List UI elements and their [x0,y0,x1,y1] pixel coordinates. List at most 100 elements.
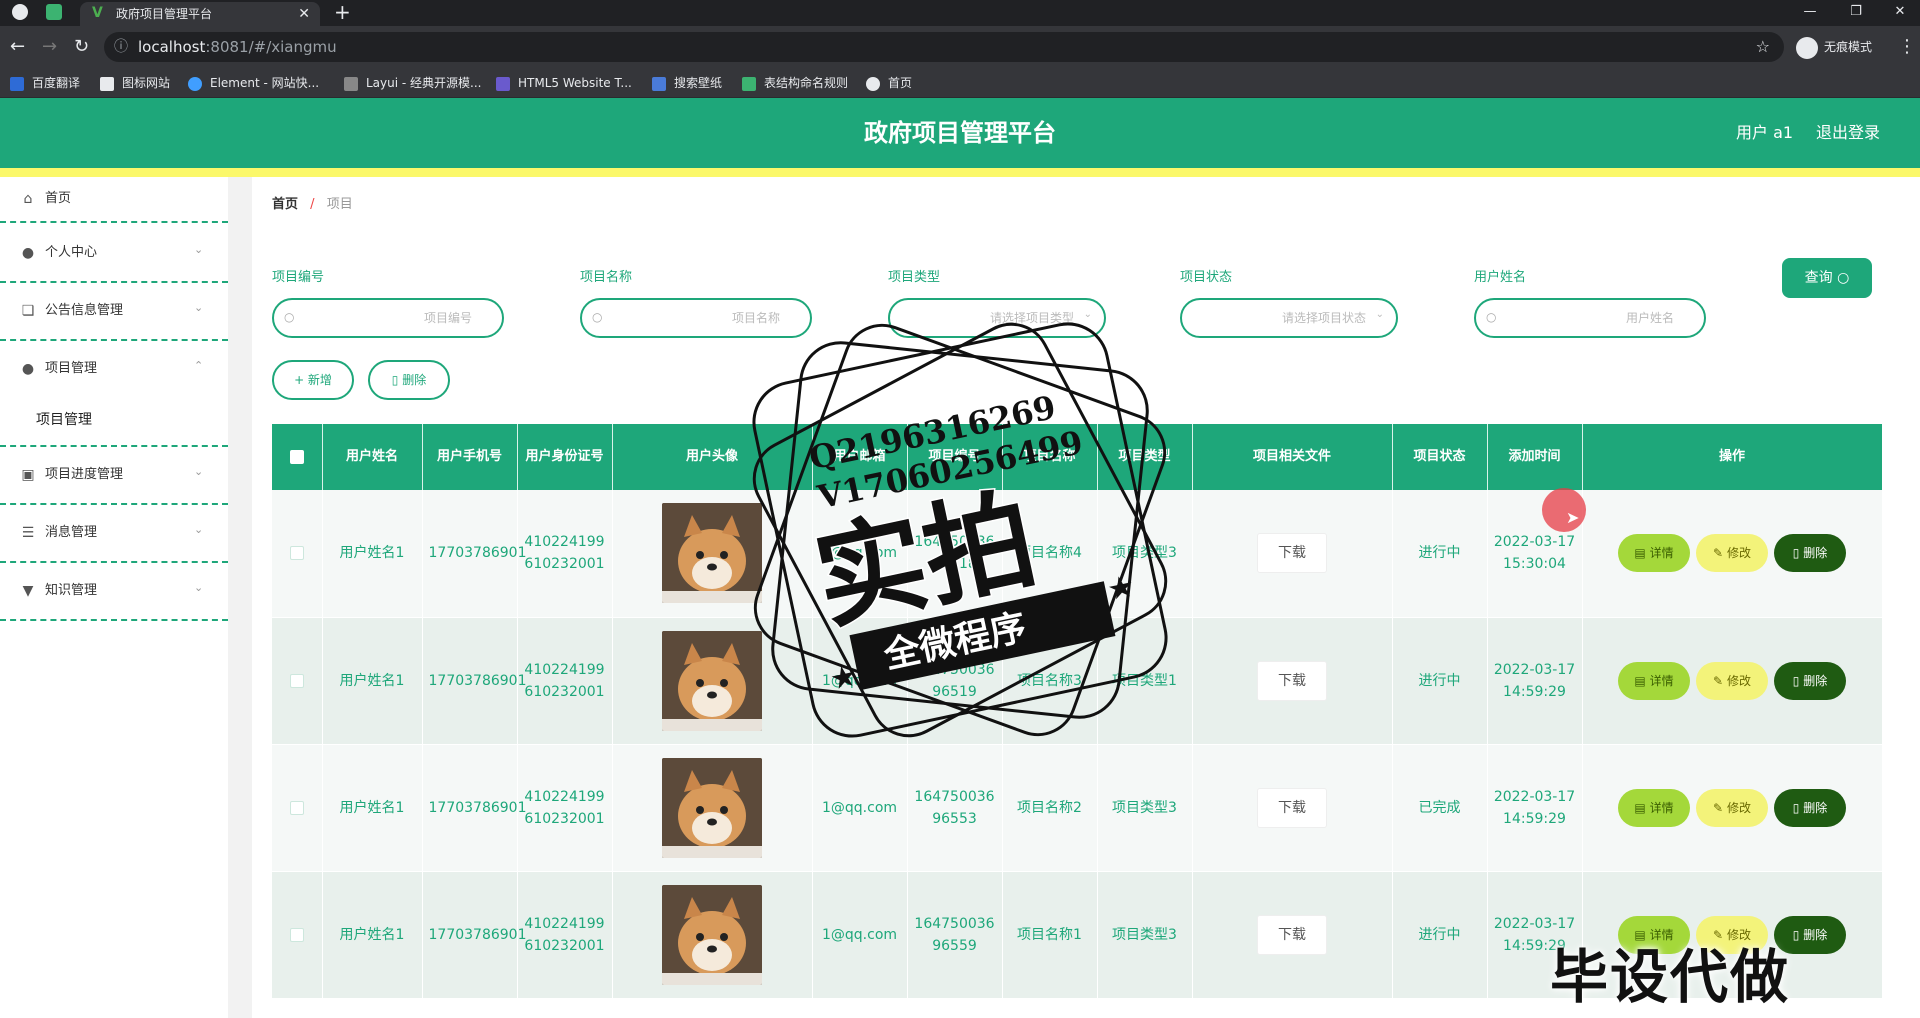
column-header: 项目编号 [907,424,1003,490]
close-window-icon[interactable]: ✕ [1880,0,1920,24]
sidebar-subitem-project[interactable]: 项目管理 [36,395,216,445]
chevron-down-icon: ⌄ [194,243,204,256]
incognito-indicator[interactable]: 无痕模式 [1796,34,1872,60]
chevron-down-icon: ⌄ [194,581,204,594]
forward-icon[interactable]: → [42,36,57,58]
row-checkbox[interactable] [289,546,304,561]
table-row: 用户姓名1 17703786901 410224199610232001 1@qq.c… [272,744,1882,871]
row-select-cell[interactable] [272,490,323,617]
select-all-cell[interactable] [272,424,323,490]
avatar[interactable] [662,630,762,731]
minimize-icon[interactable]: — [1790,0,1830,24]
tab-title: 政府项目管理平台 [116,7,213,21]
filter-label-status: 项目状态 [1180,270,1233,285]
column-header: 用户手机号 [422,424,518,490]
globe-icon [866,76,880,91]
bookmark-item[interactable]: Element - 网站快... [188,74,319,92]
filter-status-select[interactable]: 请选择项目状态 ⌄ [1180,298,1398,338]
trash-icon: ▯ [1792,673,1800,688]
cell-project-name: 项目名称4 [1002,490,1098,617]
bookmark-item[interactable]: 搜索壁纸 [652,74,722,92]
bookmark-item[interactable]: 表结构命名规则 [742,74,848,92]
avatar[interactable] [662,757,762,858]
row-checkbox[interactable] [289,927,304,942]
row-select-cell[interactable] [272,617,323,744]
cell-email: 1@qq.com [812,744,908,871]
browser-tab-active[interactable]: V 政府项目管理平台 ✕ [80,2,320,26]
bookmark-item[interactable]: 首页 [866,74,912,92]
site-info-icon[interactable]: ⓘ [114,32,128,62]
restore-icon[interactable]: ❐ [1836,0,1876,24]
row-delete-button[interactable]: ▯ 删除 [1774,534,1846,573]
new-tab-icon[interactable]: + [334,0,351,24]
row-checkbox[interactable] [289,800,304,815]
breadcrumb: 首页 / 项目 [252,186,353,224]
current-user[interactable]: 用户 a1 [1736,98,1793,168]
avatar[interactable] [662,884,762,985]
sidebar-item-project[interactable]: ● 项目管理 ⌃ [0,341,228,399]
row-delete-button[interactable]: ▯ 删除 [1774,788,1846,827]
bookmark-item[interactable]: 百度翻译 [10,74,80,92]
query-button[interactable]: 查询 ○ [1782,258,1872,298]
reload-icon[interactable]: ↻ [74,36,89,58]
column-header: 用户邮箱 [812,424,908,490]
sidebar-item-knowledge[interactable]: ▼ 知识管理 ⌄ [0,563,228,621]
user-icon: ● [21,361,35,377]
row-select-cell[interactable] [272,871,323,998]
edit-button[interactable]: ✎ 修改 [1696,788,1768,827]
sidebar-item-personal[interactable]: ● 个人中心 ⌄ [0,225,228,283]
download-button[interactable]: 下载 [1257,533,1327,574]
tab-close-icon[interactable]: ✕ [298,2,310,26]
select-all-checkbox[interactable] [289,449,304,464]
detail-button[interactable]: ▤ 详情 [1618,788,1690,827]
back-icon[interactable]: ← [10,36,25,58]
sidebar-item-notice[interactable]: ❏ 公告信息管理 ⌄ [0,283,228,341]
breadcrumb-home[interactable]: 首页 [272,197,298,212]
detail-button[interactable]: ▤ 详情 [1618,534,1690,573]
add-button[interactable]: + 新增 [272,360,354,400]
row-delete-button[interactable]: ▯ 删除 [1774,661,1846,700]
sidebar-item-message[interactable]: ☰ 消息管理 ⌄ [0,505,228,563]
cell-status: 进行中 [1392,617,1488,744]
url-field[interactable]: ⓘ localhost:8081/#/xiangmu ☆ [104,32,1784,62]
row-select-cell[interactable] [272,744,323,871]
delete-selected-button[interactable]: ▯ 删除 [368,360,450,400]
url-host: localhost [138,38,206,56]
filter-username-input[interactable]: ○ 用户姓名 [1474,298,1706,338]
edit-button[interactable]: ✎ 修改 [1696,661,1768,700]
cell-project-code: 16475003691818 [907,490,1003,617]
cell-phone: 17703786901 [422,871,526,998]
translate-icon [10,76,24,91]
detail-button[interactable]: ▤ 详情 [1618,661,1690,700]
cell-username: 用户姓名1 [322,744,423,871]
cell-idcard: 410224199610232001 [517,490,613,617]
cell-time: 2022-03-17 14:59:29 [1487,617,1583,744]
cell-phone: 17703786901 [422,617,526,744]
avatar[interactable] [662,503,762,604]
bookmark-item[interactable]: Layui - 经典开源模... [344,74,481,92]
bookmark-item[interactable]: HTML5 Website T... [496,74,632,92]
browser-menu-icon[interactable]: ⋮ [1898,36,1916,57]
download-button[interactable]: 下载 [1257,660,1327,701]
download-button[interactable]: 下载 [1257,787,1327,828]
filter-type-select[interactable]: 请选择项目类型 ⌄ [888,298,1106,338]
chevron-down-icon: ⌄ [1083,309,1092,320]
row-checkbox[interactable] [289,673,304,688]
bookmark-item[interactable]: 图标网站 [100,74,170,92]
extension-icon[interactable] [46,4,62,20]
edit-icon: ✎ [1713,546,1724,561]
sidebar-item-progress[interactable]: ▣ 项目进度管理 ⌄ [0,447,228,505]
trash-icon: ▯ [391,373,399,387]
filter-label-code: 项目编号 [272,270,325,285]
detail-icon: ▤ [1634,800,1646,815]
edit-button[interactable]: ✎ 修改 [1696,534,1768,573]
logout-link[interactable]: 退出登录 [1816,98,1880,168]
download-button[interactable]: 下载 [1257,914,1327,955]
filter-code-input[interactable]: ○ 项目编号 [272,298,504,338]
sidebar-item-home[interactable]: ⌂ 首页 [0,177,228,223]
cell-file: 下载 [1192,871,1393,998]
element-icon [188,76,202,91]
filter-name-input[interactable]: ○ 项目名称 [580,298,812,338]
bookmark-star-icon[interactable]: ☆ [1756,32,1770,62]
cell-username: 用户姓名1 [322,617,423,744]
